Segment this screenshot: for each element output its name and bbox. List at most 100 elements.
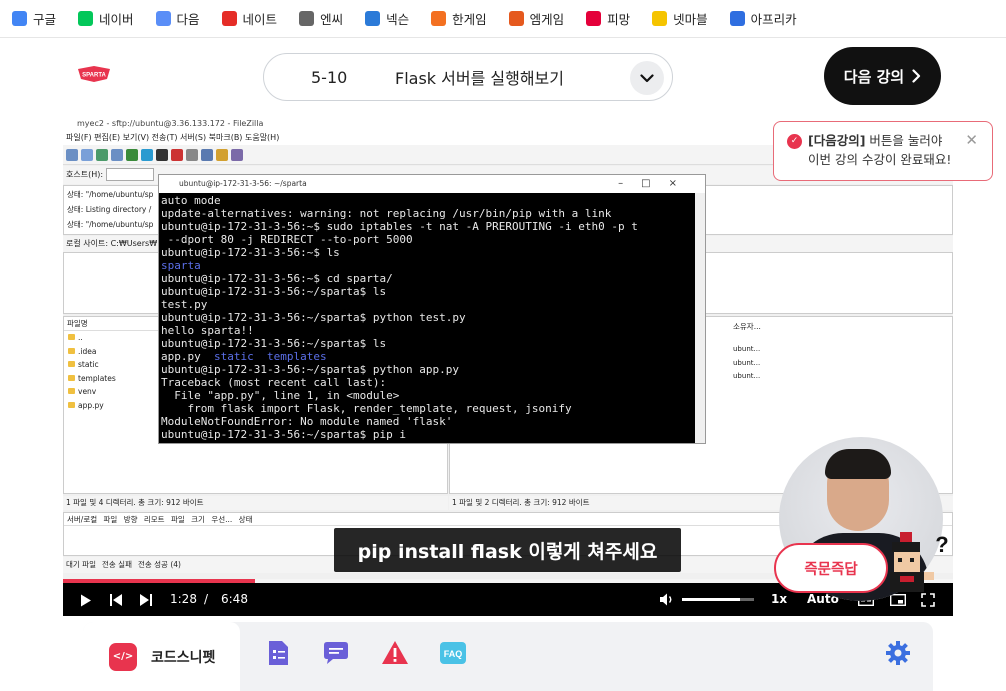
toolbar-icon bbox=[171, 148, 183, 161]
bookmark-label: 구글 bbox=[33, 12, 57, 27]
bookmark-item[interactable]: 엠게임 bbox=[508, 9, 565, 28]
tooltip-highlight: [다음강의] bbox=[808, 133, 866, 148]
terminal-scrollbar bbox=[695, 193, 705, 443]
bookmark-label: 엠게임 bbox=[529, 12, 565, 27]
warning-icon[interactable] bbox=[381, 639, 409, 667]
chevron-down-icon[interactable] bbox=[630, 61, 664, 95]
bookmark-item[interactable]: 아프리카 bbox=[729, 9, 797, 28]
queue-tab[interactable]: 전송 성공 (4) bbox=[138, 560, 181, 569]
bookmark-label: 다음 bbox=[176, 12, 200, 27]
terminal-line: ubuntu@ip-172-31-3-56:~/sparta$ ls bbox=[161, 337, 387, 350]
terminal-line: ubuntu@ip-172-31-3-56:~/sparta$ pip i bbox=[161, 428, 407, 441]
naver-icon bbox=[78, 11, 94, 26]
mgame-icon bbox=[508, 11, 524, 26]
toolbar-icon bbox=[81, 148, 93, 161]
code-icon: </> bbox=[109, 642, 137, 671]
close-icon[interactable]: ✕ bbox=[965, 131, 978, 150]
bottom-toolbar: </> 코드스니펫 FAQ bbox=[83, 622, 933, 691]
bookmarks-bar: 구글 네이버 다음 네이트 엔씨 넥슨 한게임 엠게임 피망 넷마블 아프리카 bbox=[0, 0, 1006, 38]
play-icon[interactable] bbox=[80, 594, 92, 607]
host-input[interactable] bbox=[106, 168, 155, 181]
toolbar-icon bbox=[66, 148, 78, 161]
netmarble-icon bbox=[652, 11, 668, 26]
owner-cell: ubunt... bbox=[733, 372, 761, 380]
terminal-line: ModuleNotFoundError: No module named 'fl… bbox=[161, 415, 453, 428]
time-separator: / bbox=[204, 592, 209, 606]
toolbar-icon bbox=[126, 148, 138, 161]
terminal-line: update-alternatives: warning: not replac… bbox=[161, 207, 612, 220]
host-label: 호스트(H): bbox=[66, 170, 104, 179]
terminal-line: ubuntu@ip-172-31-3-56:~$ ls bbox=[161, 246, 340, 259]
duration: 6:48 bbox=[221, 592, 248, 606]
local-site-path: C:₩Users₩ bbox=[110, 239, 158, 248]
logo-text: SPARTA bbox=[82, 73, 106, 79]
terminal-line: test.py bbox=[161, 298, 208, 311]
terminal-window: ubuntu@ip-172-31-3-56: ~/sparta –□× auto… bbox=[158, 174, 706, 444]
previous-icon[interactable] bbox=[110, 594, 122, 606]
tooltip-line1: 버튼을 눌러야 bbox=[865, 133, 943, 148]
lesson-selector[interactable]: 5-10 Flask 서버를 실행해보기 bbox=[263, 53, 673, 101]
terminal-output: auto mode update-alternatives: warning: n… bbox=[159, 193, 705, 443]
next-lesson-tooltip: ✓ ✕ [다음강의] 버튼을 눌러야 이번 강의 수강이 완료돼요! bbox=[773, 121, 993, 181]
svg-text:?: ? bbox=[935, 532, 948, 557]
window-controls: –□× bbox=[618, 178, 695, 189]
bookmark-label: 한게임 bbox=[452, 12, 487, 27]
google-icon bbox=[12, 11, 27, 26]
next-lesson-label: 다음 강의 bbox=[843, 67, 905, 86]
toolbar-icon bbox=[96, 148, 108, 161]
bookmark-item[interactable]: 피망 bbox=[586, 9, 630, 28]
terminal-line: ubuntu@ip-172-31-3-56:~$ sudo iptables -… bbox=[161, 220, 638, 233]
terminal-line: ubuntu@ip-172-31-3-56:~/sparta$ ls bbox=[161, 285, 387, 298]
nate-icon bbox=[221, 11, 237, 26]
terminal-line: hello sparta!! bbox=[161, 324, 254, 337]
toolbar-icon bbox=[231, 148, 243, 161]
terminal-line: ubuntu@ip-172-31-3-56:~/sparta$ python a… bbox=[161, 363, 460, 376]
sparta-logo[interactable]: SPARTA bbox=[74, 65, 114, 83]
terminal-line: ubuntu@ip-172-31-3-56:~$ cd sparta/ bbox=[161, 272, 393, 285]
instant-qa-button[interactable]: 즉문즉답 bbox=[774, 543, 888, 593]
next-lesson-button[interactable]: 다음 강의 bbox=[824, 47, 941, 105]
code-snippet-label: 코드스니펫 bbox=[151, 649, 216, 666]
volume-fill bbox=[682, 598, 740, 601]
speed-button[interactable]: 1x bbox=[771, 592, 787, 606]
terminal-title-text: ubuntu@ip-172-31-3-56: ~/sparta bbox=[179, 179, 307, 188]
bookmark-item[interactable]: 네이트 bbox=[221, 9, 278, 28]
next-icon[interactable] bbox=[140, 594, 152, 606]
code-snippet-tab[interactable]: </> 코드스니펫 bbox=[83, 622, 240, 691]
local-status: 1 파일 및 4 디렉터리. 총 크기: 912 바이트 bbox=[63, 496, 448, 510]
terminal-line: File "app.py", line 1, in <module> bbox=[161, 389, 400, 402]
bookmark-item[interactable]: 넷마블 bbox=[652, 9, 708, 28]
volume-icon[interactable] bbox=[660, 593, 675, 606]
tooltip-line2: 이번 강의 수강이 완료돼요! bbox=[808, 152, 952, 167]
bookmark-item[interactable]: 넥슨 bbox=[365, 9, 409, 28]
chat-icon[interactable] bbox=[321, 639, 349, 667]
faq-icon[interactable]: FAQ bbox=[439, 639, 467, 667]
owner-cell: ubunt... bbox=[733, 358, 761, 367]
chevron-right-icon bbox=[912, 69, 921, 83]
toolbar-icon bbox=[216, 148, 228, 161]
terminal-line: from flask import Flask, render_template… bbox=[161, 402, 572, 415]
terminal-line: ubuntu@ip-172-31-3-56:~/sparta$ python t… bbox=[161, 311, 466, 324]
nexon-icon bbox=[365, 11, 381, 26]
bookmark-item[interactable]: 구글 bbox=[12, 9, 56, 28]
queue-tab[interactable]: 대기 파일 bbox=[66, 560, 96, 569]
bookmark-label: 네이버 bbox=[99, 12, 134, 27]
bookmark-label: 아프리카 bbox=[750, 12, 797, 27]
bookmark-item[interactable]: 다음 bbox=[155, 9, 200, 28]
checklist-icon[interactable] bbox=[264, 639, 292, 667]
bookmark-label: 네이트 bbox=[242, 12, 278, 27]
bookmark-item[interactable]: 한게임 bbox=[431, 9, 487, 28]
lesson-number: 5-10 bbox=[311, 67, 348, 87]
instructor-hair bbox=[825, 449, 891, 479]
toolbar-icon bbox=[111, 148, 123, 161]
queue-tab[interactable]: 전송 실패 bbox=[102, 560, 132, 569]
settings-gear-icon[interactable] bbox=[884, 639, 912, 667]
toolbar-icon bbox=[141, 148, 153, 161]
nc-icon bbox=[299, 11, 315, 26]
daum-icon bbox=[155, 11, 171, 26]
bookmark-item[interactable]: 네이버 bbox=[78, 9, 134, 28]
video-subtitle: pip install flask 이렇게 쳐주세요 bbox=[334, 528, 681, 572]
afreeca-icon bbox=[729, 11, 745, 26]
bookmark-item[interactable]: 엔씨 bbox=[299, 9, 343, 28]
toolbar-icon bbox=[186, 148, 198, 161]
